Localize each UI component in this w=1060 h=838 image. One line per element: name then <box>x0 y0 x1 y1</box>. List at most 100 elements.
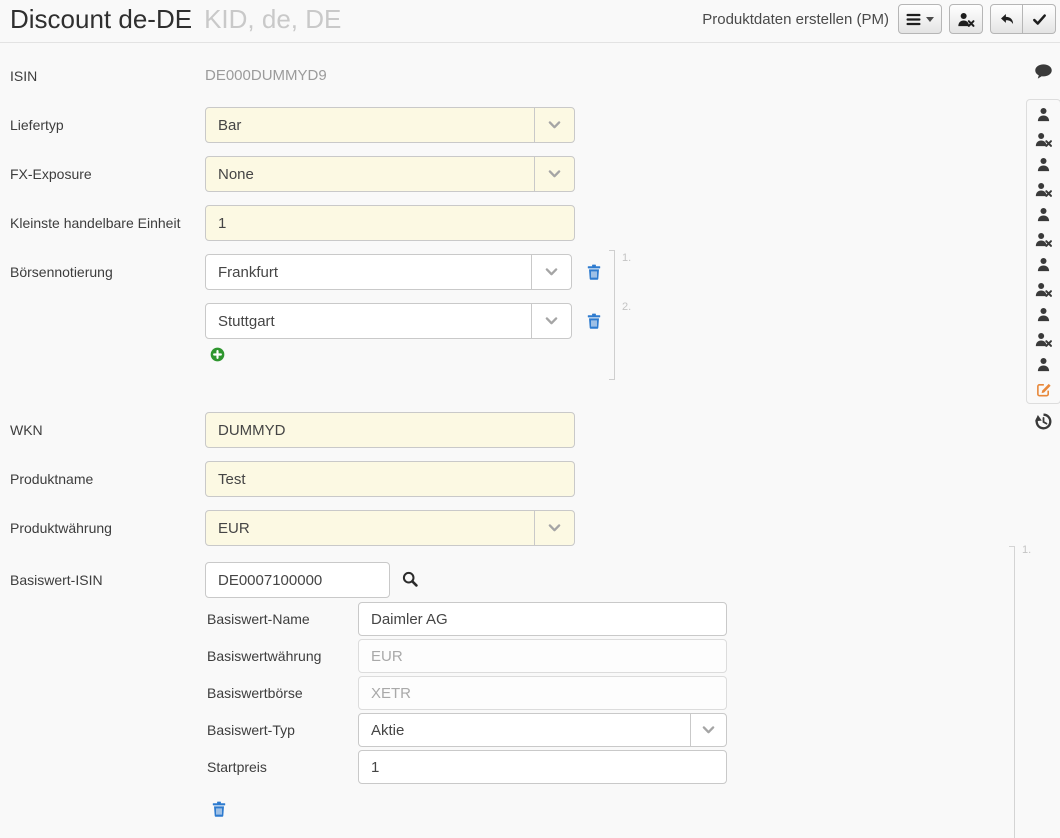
chevron-down-icon <box>534 157 574 191</box>
listing-index: 2. <box>622 301 631 313</box>
basiswertboerse-label: Basiswertbörse <box>207 685 358 701</box>
search-icon <box>402 571 418 587</box>
fx-exposure-select[interactable]: None <box>205 156 575 192</box>
user-x-icon[interactable] <box>1035 182 1052 197</box>
add-listing-button[interactable] <box>210 347 601 362</box>
trash-icon <box>212 801 226 817</box>
toolbar-status-label: Produktdaten erstellen (PM) <box>702 11 889 28</box>
remove-user-button[interactable] <box>949 4 983 34</box>
chevron-down-icon <box>534 511 574 545</box>
user-icon[interactable] <box>1035 207 1052 222</box>
kleinste-einheit-label: Kleinste handelbare Einheit <box>10 205 205 232</box>
underlying-index: 1. <box>1022 544 1031 556</box>
confirm-button[interactable] <box>1023 4 1056 34</box>
listing-index: 1. <box>622 252 631 264</box>
basiswert-typ-select[interactable]: Aktie <box>358 713 727 747</box>
fx-exposure-row: FX-Exposure None <box>10 156 1060 192</box>
trash-icon <box>587 313 601 329</box>
comment-icon <box>1034 63 1053 80</box>
hamburger-icon <box>906 13 921 26</box>
page-title: Discount de-DE <box>10 4 192 34</box>
listing-item: Frankfurt <box>205 254 601 290</box>
user-icon[interactable] <box>1035 357 1052 372</box>
listing-selected-value: Frankfurt <box>218 264 278 281</box>
basiswert-isin-input[interactable] <box>205 562 390 598</box>
product-form: ISIN DE000DUMMYD9 Liefertyp Bar FX-Expos… <box>0 43 1060 838</box>
produktwaehrung-selected-value: EUR <box>218 520 250 537</box>
toolbar: Produktdaten erstellen (PM) <box>702 4 1056 34</box>
chevron-down-icon <box>534 108 574 142</box>
boersennotierung-row: Börsennotierung Frankfurt Stuttgart 1. 2… <box>10 254 1060 380</box>
basiswert-name-row: Basiswert-Name <box>207 602 1060 636</box>
produktname-label: Produktname <box>10 461 205 488</box>
user-x-icon[interactable] <box>1035 282 1052 297</box>
isin-value: DE000DUMMYD9 <box>205 67 327 85</box>
search-underlying-button[interactable] <box>402 571 418 587</box>
isin-row: ISIN DE000DUMMYD9 <box>10 67 1060 85</box>
action-button-group <box>990 4 1056 34</box>
liefertyp-row: Liefertyp Bar <box>10 107 1060 143</box>
plus-circle-icon <box>210 347 225 362</box>
produktname-row: Produktname <box>10 461 1060 497</box>
kleinste-einheit-input[interactable] <box>205 205 575 241</box>
kleinste-einheit-row: Kleinste handelbare Einheit <box>10 205 1060 241</box>
liefertyp-select[interactable]: Bar <box>205 107 575 143</box>
listing-selected-value: Stuttgart <box>218 313 275 330</box>
listing-select-1[interactable]: Frankfurt <box>205 254 572 290</box>
liefertyp-selected-value: Bar <box>218 117 241 134</box>
edit-icon[interactable] <box>1035 382 1052 397</box>
basiswert-typ-row: Basiswert-Typ Aktie <box>207 713 1060 747</box>
menu-button[interactable] <box>898 4 942 34</box>
chevron-down-icon <box>690 714 726 746</box>
listing-select-2[interactable]: Stuttgart <box>205 303 572 339</box>
produktwaehrung-row: Produktwährung EUR <box>10 510 1060 546</box>
page-subtitle: KID, de, DE <box>204 4 341 34</box>
basiswert-typ-label: Basiswert-Typ <box>207 722 358 738</box>
history-button[interactable] <box>1035 413 1052 435</box>
user-x-icon[interactable] <box>1035 132 1052 147</box>
user-x-icon[interactable] <box>1035 232 1052 247</box>
user-icon-panel <box>1026 99 1060 404</box>
check-icon <box>1032 13 1047 26</box>
basiswert-name-label: Basiswert-Name <box>207 611 358 627</box>
remove-listing-button[interactable] <box>587 264 601 280</box>
fx-exposure-label: FX-Exposure <box>10 156 205 183</box>
user-x-icon[interactable] <box>1035 332 1052 347</box>
user-icon[interactable] <box>1035 307 1052 322</box>
basiswertboerse-row: Basiswertbörse <box>207 676 1060 710</box>
remove-listing-button[interactable] <box>587 313 601 329</box>
user-icon[interactable] <box>1035 257 1052 272</box>
history-icon <box>1035 413 1052 430</box>
basiswertwaehrung-input <box>358 639 727 673</box>
produktname-input[interactable] <box>205 461 575 497</box>
chevron-down-icon <box>926 17 934 22</box>
underlying-group-separator: 1. <box>1014 546 1015 838</box>
startpreis-label: Startpreis <box>207 759 358 775</box>
isin-label: ISIN <box>10 67 205 85</box>
wkn-input[interactable] <box>205 412 575 448</box>
basiswert-isin-label: Basiswert-ISIN <box>10 562 205 589</box>
basiswert-name-input[interactable] <box>358 602 727 636</box>
chevron-down-icon <box>531 304 571 338</box>
produktwaehrung-label: Produktwährung <box>10 510 205 537</box>
basiswertwaehrung-row: Basiswertwährung <box>207 639 1060 673</box>
basiswertwaehrung-label: Basiswertwährung <box>207 648 358 664</box>
startpreis-row: Startpreis <box>207 750 1060 784</box>
fx-exposure-selected-value: None <box>218 166 254 183</box>
user-x-icon <box>957 12 975 27</box>
comment-button[interactable] <box>1034 63 1053 85</box>
produktwaehrung-select[interactable]: EUR <box>205 510 575 546</box>
user-icon[interactable] <box>1035 157 1052 172</box>
boersennotierung-label: Börsennotierung <box>10 254 205 281</box>
startpreis-input[interactable] <box>358 750 727 784</box>
listing-item: Stuttgart <box>205 303 601 339</box>
listing-group-separator: 1. 2. <box>614 250 615 380</box>
user-icon[interactable] <box>1035 107 1052 122</box>
basiswert-isin-row: Basiswert-ISIN <box>10 562 1060 598</box>
wkn-label: WKN <box>10 412 205 439</box>
remove-underlying-button[interactable] <box>212 801 226 817</box>
chevron-down-icon <box>531 255 571 289</box>
undo-button[interactable] <box>990 4 1023 34</box>
undo-icon <box>999 12 1015 26</box>
basiswertboerse-input <box>358 676 727 710</box>
